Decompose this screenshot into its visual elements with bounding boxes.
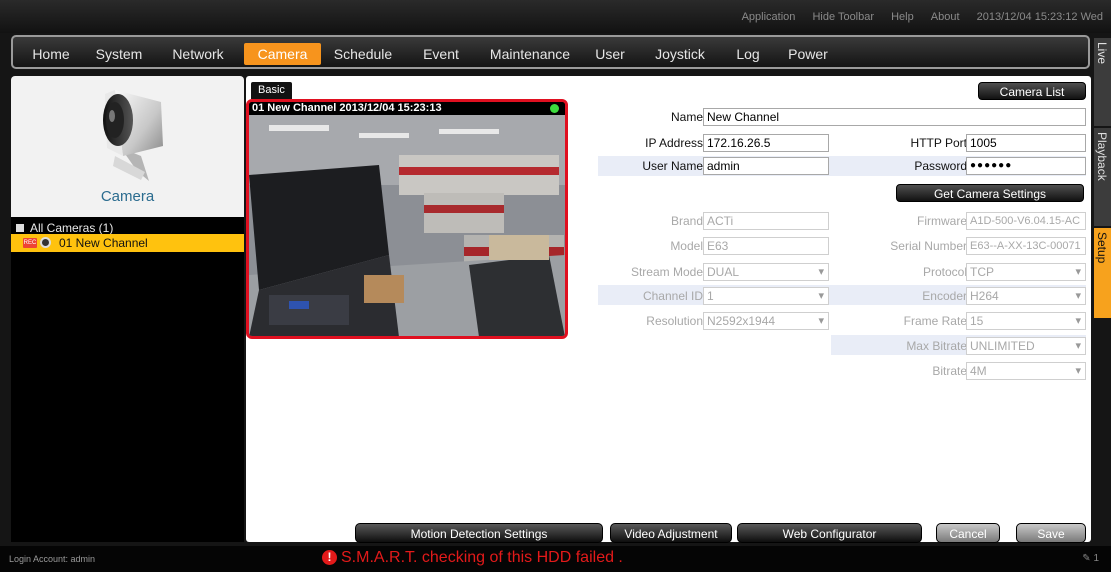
sidetab-live[interactable]: Live (1094, 38, 1111, 126)
sidetab-live-label: Live (1095, 42, 1109, 65)
top-bar: Application Hide Toolbar Help About 2013… (0, 0, 1111, 33)
firmware-label: Firmware (917, 214, 967, 228)
save-button[interactable]: Save (1016, 523, 1086, 543)
alert-text: S.M.A.R.T. checking of this HDD failed . (341, 549, 623, 566)
collapse-icon[interactable] (16, 224, 24, 232)
tree-all-cameras[interactable]: All Cameras (1) (16, 221, 113, 235)
encoder-label: Encoder (922, 289, 967, 303)
tree-item-channel[interactable]: REC 01 New Channel (11, 234, 244, 252)
cancel-button[interactable]: Cancel (936, 523, 1000, 543)
password-field[interactable]: ●●●●●● (966, 157, 1086, 175)
hdd-alert[interactable]: ! S.M.A.R.T. checking of this HDD failed … (322, 549, 623, 567)
bitrate-select[interactable]: 4M (966, 362, 1086, 380)
ip-address-field[interactable]: 172.16.26.5 (703, 134, 829, 152)
camera-list-button[interactable]: Camera List (978, 82, 1086, 100)
model-label: Model (670, 239, 703, 253)
connection-count-value: 1 (1093, 553, 1099, 564)
brand-field: ACTi (703, 212, 829, 230)
resolution-select[interactable]: N2592x1944 (703, 312, 829, 330)
resolution-label: Resolution (646, 314, 703, 328)
name-field[interactable]: New Channel (703, 108, 1086, 126)
connection-count: ✎ 1 (1082, 553, 1099, 564)
hide-toolbar-link[interactable]: Hide Toolbar (812, 11, 874, 23)
menu-event[interactable]: Event (416, 43, 466, 65)
http-port-label: HTTP Port (910, 136, 967, 150)
clock: 2013/12/04 15:23:12 Wed (976, 11, 1103, 23)
frame-rate-label: Frame Rate (903, 314, 967, 328)
user-name-label: User Name (642, 159, 703, 173)
protocol-select[interactable]: TCP (966, 263, 1086, 281)
channel-id-select[interactable]: 1 (703, 287, 829, 305)
menu-log[interactable]: Log (728, 43, 768, 65)
camera-icon (103, 90, 163, 181)
login-account: Login Account: admin (9, 554, 96, 564)
about-link[interactable]: About (931, 11, 960, 23)
encoder-select[interactable]: H264 (966, 287, 1086, 305)
camera-tree-panel: Camera All Cameras (1) REC 01 New Channe… (11, 76, 244, 542)
application-link[interactable]: Application (742, 11, 796, 23)
menu-joystick[interactable]: Joystick (650, 43, 710, 65)
camera-caption: Camera (100, 188, 155, 205)
status-bar: Login Account: admin ! S.M.A.R.T. checkin… (0, 546, 1111, 572)
channel-id-label: Channel ID (642, 289, 703, 303)
video-preview[interactable]: 01 New Channel 2013/12/04 15:23:13 (246, 99, 568, 339)
menu-network[interactable]: Network (167, 43, 229, 65)
max-bitrate-label: Max Bitrate (906, 339, 967, 353)
web-configurator-button[interactable]: Web Configurator (737, 523, 922, 543)
connection-status-icon (550, 104, 559, 113)
main-menu: Home System Network Camera Schedule Even… (11, 35, 1090, 69)
sidetab-playback[interactable]: Playback (1094, 128, 1111, 226)
brand-label: Brand (670, 214, 703, 228)
camera-setup-panel: Basic Camera List 01 New Channel 2013/12… (246, 76, 1091, 543)
camera-logo-area: Camera (11, 76, 244, 217)
frame-rate-select[interactable]: 15 (966, 312, 1086, 330)
ip-address-label: IP Address (645, 136, 703, 150)
help-link[interactable]: Help (891, 11, 914, 23)
menu-camera[interactable]: Camera (244, 43, 321, 65)
stream-mode-label: Stream Mode (630, 265, 703, 279)
sidetab-playback-label: Playback (1095, 132, 1109, 181)
menu-schedule[interactable]: Schedule (328, 43, 398, 65)
model-field: E63 (703, 237, 829, 255)
menu-maintenance[interactable]: Maintenance (485, 43, 575, 65)
firmware-field: A1D-500-V6.04.15-AC (966, 212, 1086, 230)
max-bitrate-select[interactable]: UNLIMITED (966, 337, 1086, 355)
protocol-label: Protocol (922, 265, 967, 279)
video-overlay-text: 01 New Channel 2013/12/04 15:23:13 (249, 102, 565, 115)
plug-icon: ✎ (1082, 553, 1091, 564)
user-name-field[interactable]: admin (703, 157, 829, 175)
sidetab-setup-label: Setup (1095, 232, 1109, 264)
stream-mode-select[interactable]: DUAL (703, 263, 829, 281)
bitrate-label: Bitrate (932, 364, 967, 378)
get-camera-settings-button[interactable]: Get Camera Settings (896, 184, 1084, 202)
tree-all-label: All Cameras (1) (30, 221, 114, 235)
sidetab-setup[interactable]: Setup (1094, 228, 1111, 318)
video-adjustment-button[interactable]: Video Adjustment (610, 523, 732, 543)
motion-detection-settings-button[interactable]: Motion Detection Settings (355, 523, 603, 543)
serial-number-field: E63--A-XX-13C-00071 (966, 237, 1086, 255)
tree-item-label: 01 New Channel (59, 236, 148, 250)
nvr-setup-window: Application Hide Toolbar Help About 2013… (0, 0, 1111, 572)
tab-basic[interactable]: Basic (251, 82, 292, 99)
password-label: Password (914, 159, 967, 173)
http-port-field[interactable]: 1005 (966, 134, 1086, 152)
serial-number-label: Serial Number (890, 239, 967, 253)
menu-home[interactable]: Home (21, 43, 81, 65)
video-frame (249, 115, 565, 336)
top-links: Application Hide Toolbar Help About 2013… (728, 11, 1103, 23)
alert-icon: ! (322, 550, 337, 565)
dome-camera-icon (40, 237, 51, 248)
menu-system[interactable]: System (89, 43, 149, 65)
rec-badge: REC (23, 238, 37, 248)
menu-power[interactable]: Power (783, 43, 833, 65)
menu-user[interactable]: User (590, 43, 630, 65)
name-label: Name (670, 110, 703, 124)
